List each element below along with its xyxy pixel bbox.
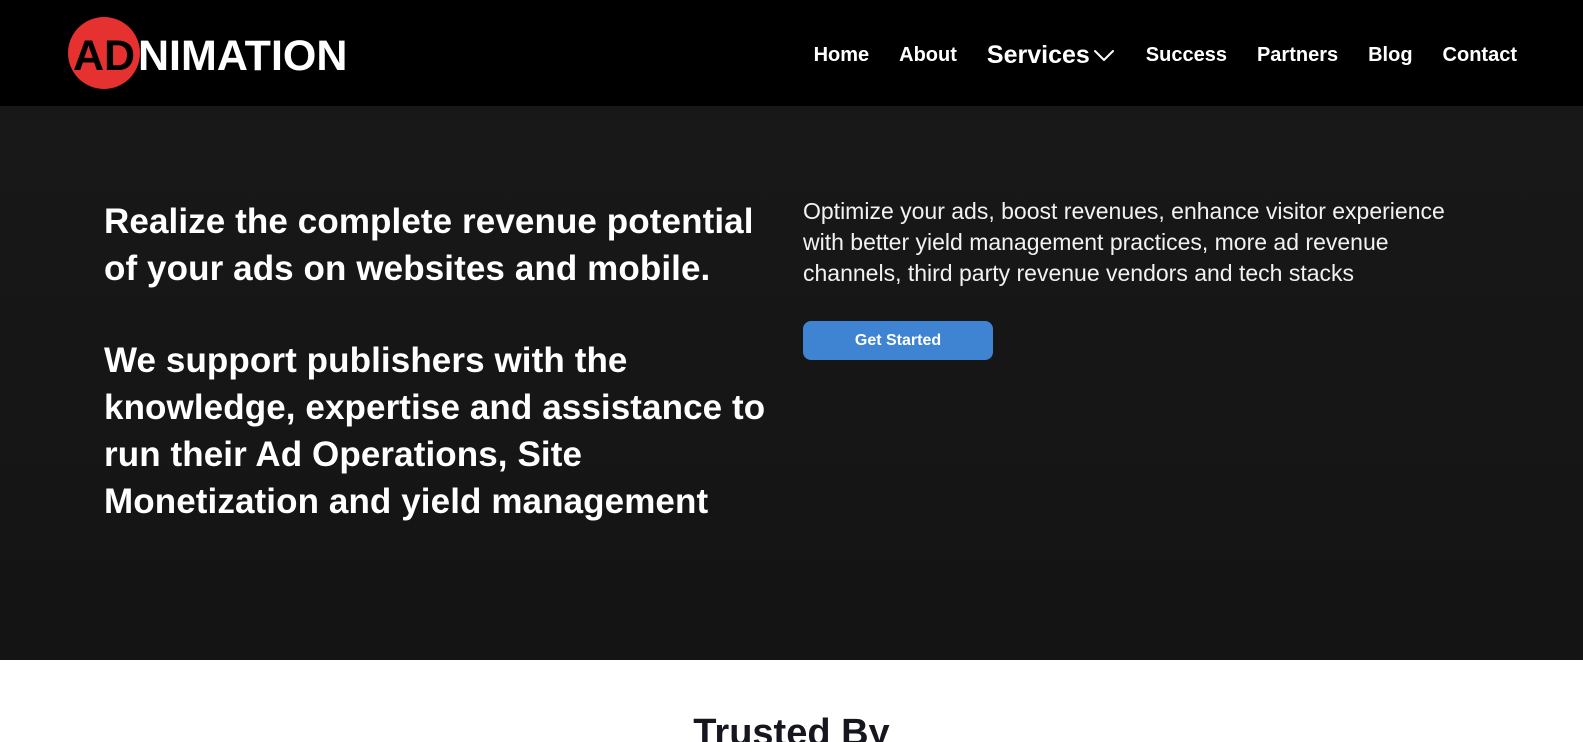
nav-partners-link[interactable]: Partners: [1257, 44, 1338, 67]
logo-wordmark: NIMATION: [138, 32, 347, 80]
nav-home-link[interactable]: Home: [814, 44, 870, 67]
hero-description: Optimize your ads, boost revenues, enhan…: [803, 198, 1445, 286]
trusted-by-heading: Trusted By: [693, 712, 890, 742]
chevron-down-icon: [1092, 46, 1116, 64]
hero-content: Optimize your ads, boost revenues, enhan…: [803, 196, 1483, 360]
adnimation-logo[interactable]: AD NIMATION: [67, 16, 367, 90]
hero-headline-revenue: Realize the complete revenue potential o…: [104, 202, 754, 288]
site-header: AD NIMATION Home About Services Success …: [0, 0, 1583, 106]
nav-blog-link[interactable]: Blog: [1368, 44, 1412, 67]
hero-headlines: Realize the complete revenue potential o…: [104, 198, 784, 525]
main-navigation: Home About Services Success Partners Blo…: [814, 38, 1517, 72]
nav-success-link[interactable]: Success: [1146, 44, 1227, 67]
nav-services-dropdown[interactable]: Services: [987, 41, 1116, 70]
nav-about-link[interactable]: About: [899, 44, 957, 67]
trusted-by-section: Trusted By: [0, 660, 1583, 742]
get-started-button[interactable]: Get Started: [803, 321, 993, 360]
nav-contact-link[interactable]: Contact: [1443, 44, 1517, 67]
logo-ad-text: AD: [73, 32, 135, 80]
page: AD NIMATION Home About Services Success …: [0, 0, 1583, 742]
hero-section: Realize the complete revenue potential o…: [0, 106, 1583, 660]
hero-headline-support: We support publishers with the knowledge…: [104, 341, 766, 521]
nav-services-label: Services: [986, 40, 1090, 69]
